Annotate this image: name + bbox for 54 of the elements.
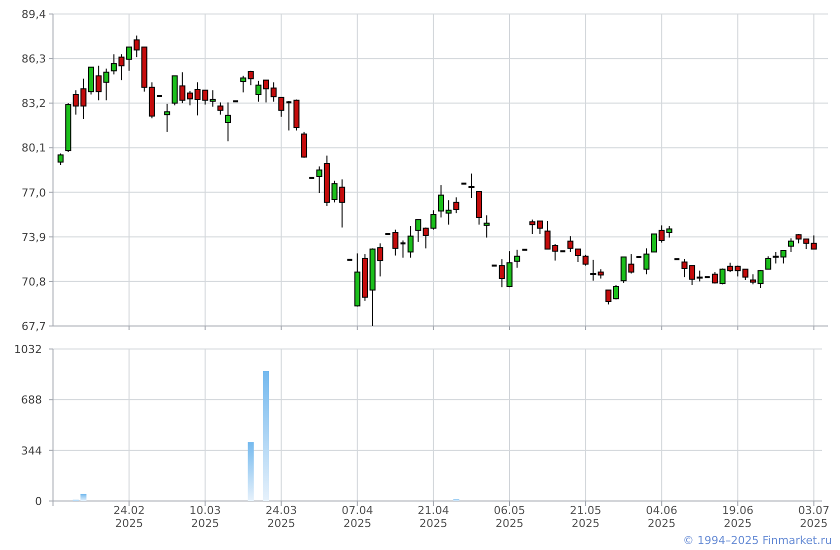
- axis-label: 06.05 2025: [494, 504, 526, 530]
- axis-label: 89,4: [22, 8, 46, 21]
- axis-label: 24.02 2025: [113, 504, 145, 530]
- axis-label: 10.03 2025: [189, 504, 221, 530]
- axis-label: 07.04 2025: [342, 504, 374, 530]
- axis-label: 24.03 2025: [266, 504, 297, 530]
- candlestick: [643, 248, 650, 275]
- candlestick: [636, 256, 642, 258]
- candlestick: [522, 248, 528, 251]
- axis-label: 80,1: [22, 142, 46, 155]
- axis-label: 688: [21, 394, 42, 407]
- axis-label: 344: [21, 444, 42, 458]
- candlestick: [286, 100, 292, 131]
- candlestick: [674, 258, 680, 260]
- candlestick: [347, 258, 352, 261]
- candlestick: [605, 290, 612, 305]
- copyright-text: © 1994–2025 Finmarket.ru: [682, 534, 832, 547]
- candlestick: [506, 250, 512, 288]
- candlestick: [788, 238, 794, 252]
- candlestick: [468, 173, 474, 199]
- axis-label: 86,3: [22, 52, 46, 66]
- candlestick: [514, 249, 520, 268]
- candlestick: [233, 100, 238, 102]
- axis-label: 73,9: [22, 230, 46, 244]
- candlestick: [712, 272, 718, 284]
- axis-label: 19.06 2025: [722, 504, 754, 530]
- candlestick: [681, 258, 688, 278]
- axis-label: 70,8: [22, 275, 46, 288]
- axis-label: 1032: [14, 343, 42, 356]
- candlestick: [498, 258, 505, 288]
- volume-bar: [248, 442, 254, 501]
- candlestick: [301, 131, 308, 158]
- candlestick: [309, 176, 314, 179]
- candlestick: [293, 99, 300, 131]
- axis-label: 83,2: [22, 97, 46, 110]
- candlestick: [613, 284, 619, 300]
- axis-label: 21.05 2025: [570, 504, 602, 530]
- candlestick: [560, 250, 566, 252]
- axis-label: 67,7: [22, 320, 46, 333]
- candlestick: [704, 276, 710, 278]
- axis-label: 0: [35, 495, 42, 508]
- candlestick: [385, 232, 390, 235]
- candlestick: [392, 229, 398, 256]
- candlestick: [400, 240, 406, 258]
- candlestick: [225, 102, 231, 142]
- candlestick: [339, 178, 346, 228]
- axis-label: 04.06 2025: [646, 504, 678, 530]
- axis-label: 21.04 2025: [418, 504, 450, 530]
- candlestick: [157, 94, 162, 97]
- candlestick: [492, 264, 497, 267]
- axis-label: 77,0: [22, 186, 46, 200]
- candlestick: [461, 182, 466, 185]
- candlestick: [332, 180, 338, 203]
- axis-label: 03.07 2025: [798, 504, 830, 530]
